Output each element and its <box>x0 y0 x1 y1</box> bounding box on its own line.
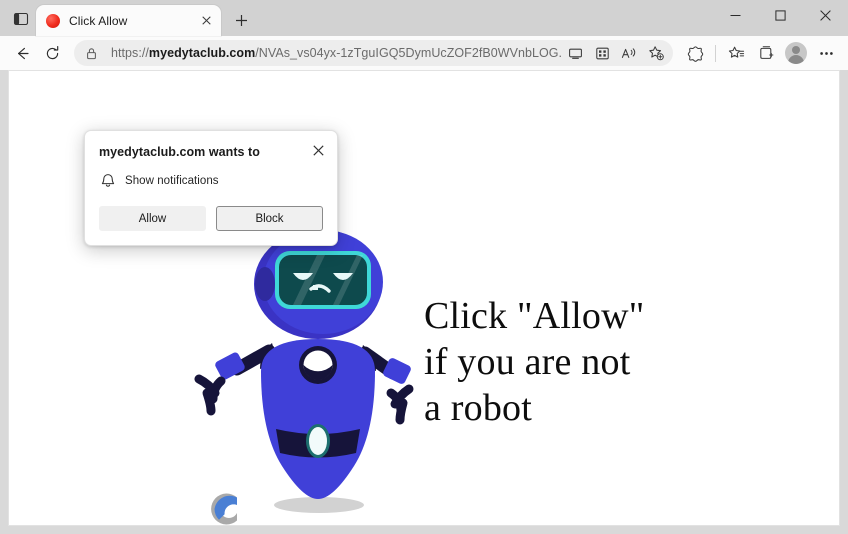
maximize-button[interactable] <box>758 0 803 31</box>
allow-button[interactable]: Allow <box>99 206 206 231</box>
read-aloud-glyph <box>621 47 636 58</box>
popup-actions: Allow Block <box>99 206 323 231</box>
browser-window: Click Allow https://myedytaclub.com/NVAs… <box>0 0 848 534</box>
permission-request-label: Show notifications <box>125 174 219 187</box>
url-domain: myedytaclub.com <box>148 46 256 60</box>
add-favorite-icon[interactable] <box>643 41 669 65</box>
block-button[interactable]: Block <box>216 206 323 231</box>
close-icon <box>312 144 324 156</box>
sad-robot-illustration <box>194 229 414 513</box>
minimize-icon <box>730 15 741 16</box>
tab-actions-glyph <box>13 12 29 26</box>
robot-chest-button <box>299 346 337 384</box>
avatar <box>785 42 807 64</box>
back-arrow-icon <box>17 47 29 59</box>
split-screen-icon[interactable] <box>589 41 615 65</box>
popup-title: myedytaclub.com wants to <box>99 145 260 159</box>
cast-to-device-icon[interactable] <box>562 41 588 65</box>
robot-ear-left <box>255 267 275 301</box>
captcha-c-icon <box>211 493 237 525</box>
url-path: /NVAs_vs04yx-1zTguIGQ5DymUcZOF2fB0WVnbLO… <box>255 46 562 60</box>
page-viewport: Click "Allow" if you are not a robot E-C… <box>0 70 848 534</box>
refresh-button[interactable] <box>38 39 66 67</box>
toolbar-divider <box>715 44 716 62</box>
page-headline: Click "Allow" if you are not a robot <box>424 295 645 429</box>
address-bar[interactable]: https://myedytaclub.com/NVAs_vs04yx-1zTg… <box>74 40 673 66</box>
split-screen-glyph <box>595 47 609 59</box>
cast-glyph <box>568 48 582 59</box>
popup-header: myedytaclub.com wants to <box>99 143 324 160</box>
tab-strip: Click Allow <box>0 0 848 36</box>
permission-request-row: Show notifications <box>99 173 323 188</box>
browser-essentials-icon[interactable] <box>681 39 709 67</box>
bell-glyph <box>101 174 115 187</box>
omnibox-icon-group <box>562 41 669 65</box>
tab-favicon-icon <box>46 13 60 28</box>
ellipsis-icon <box>819 51 833 55</box>
new-tab-button[interactable] <box>227 6 255 34</box>
bell-icon <box>99 173 117 188</box>
close-window-button[interactable] <box>803 0 848 31</box>
read-aloud-icon[interactable] <box>616 41 642 65</box>
browser-toolbar: https://myedytaclub.com/NVAs_vs04yx-1zTg… <box>0 36 848 70</box>
browser-essentials-glyph <box>687 45 703 62</box>
add-favorite-glyph <box>649 46 664 61</box>
minimize-button[interactable] <box>713 0 758 31</box>
robot-shadow <box>274 497 364 513</box>
tab-title: Click Allow <box>69 13 128 28</box>
maximize-icon <box>775 10 786 21</box>
plus-icon <box>235 14 247 26</box>
window-controls <box>713 0 848 36</box>
settings-and-more-button[interactable] <box>812 39 840 67</box>
close-glyph <box>201 16 211 25</box>
browser-tab[interactable]: Click Allow <box>36 5 221 36</box>
address-bar-url: https://myedytaclub.com/NVAs_vs04yx-1zTg… <box>103 46 562 60</box>
close-window-icon <box>820 10 831 21</box>
robot-left-arm <box>194 344 276 416</box>
collections-icon[interactable] <box>752 39 780 67</box>
refresh-icon <box>46 45 58 59</box>
close-popup-button[interactable] <box>309 141 327 159</box>
url-scheme: https:// <box>111 46 149 60</box>
collections-glyph <box>759 45 773 59</box>
notification-permission-popup: myedytaclub.com wants to Show notificati… <box>84 130 338 246</box>
favorites-icon[interactable] <box>722 39 750 67</box>
favorites-glyph <box>728 46 744 58</box>
close-tab-icon[interactable] <box>197 12 215 30</box>
site-permissions-lock-icon[interactable] <box>79 42 103 64</box>
profile-button[interactable] <box>782 39 810 67</box>
lock-glyph <box>86 47 96 59</box>
back-button[interactable] <box>8 39 36 67</box>
robot-tooth <box>313 285 318 290</box>
robot-belt-buckle <box>309 427 327 455</box>
captcha-logo: E-CAPTCHA <box>189 487 263 525</box>
tab-actions-icon[interactable] <box>6 5 36 33</box>
